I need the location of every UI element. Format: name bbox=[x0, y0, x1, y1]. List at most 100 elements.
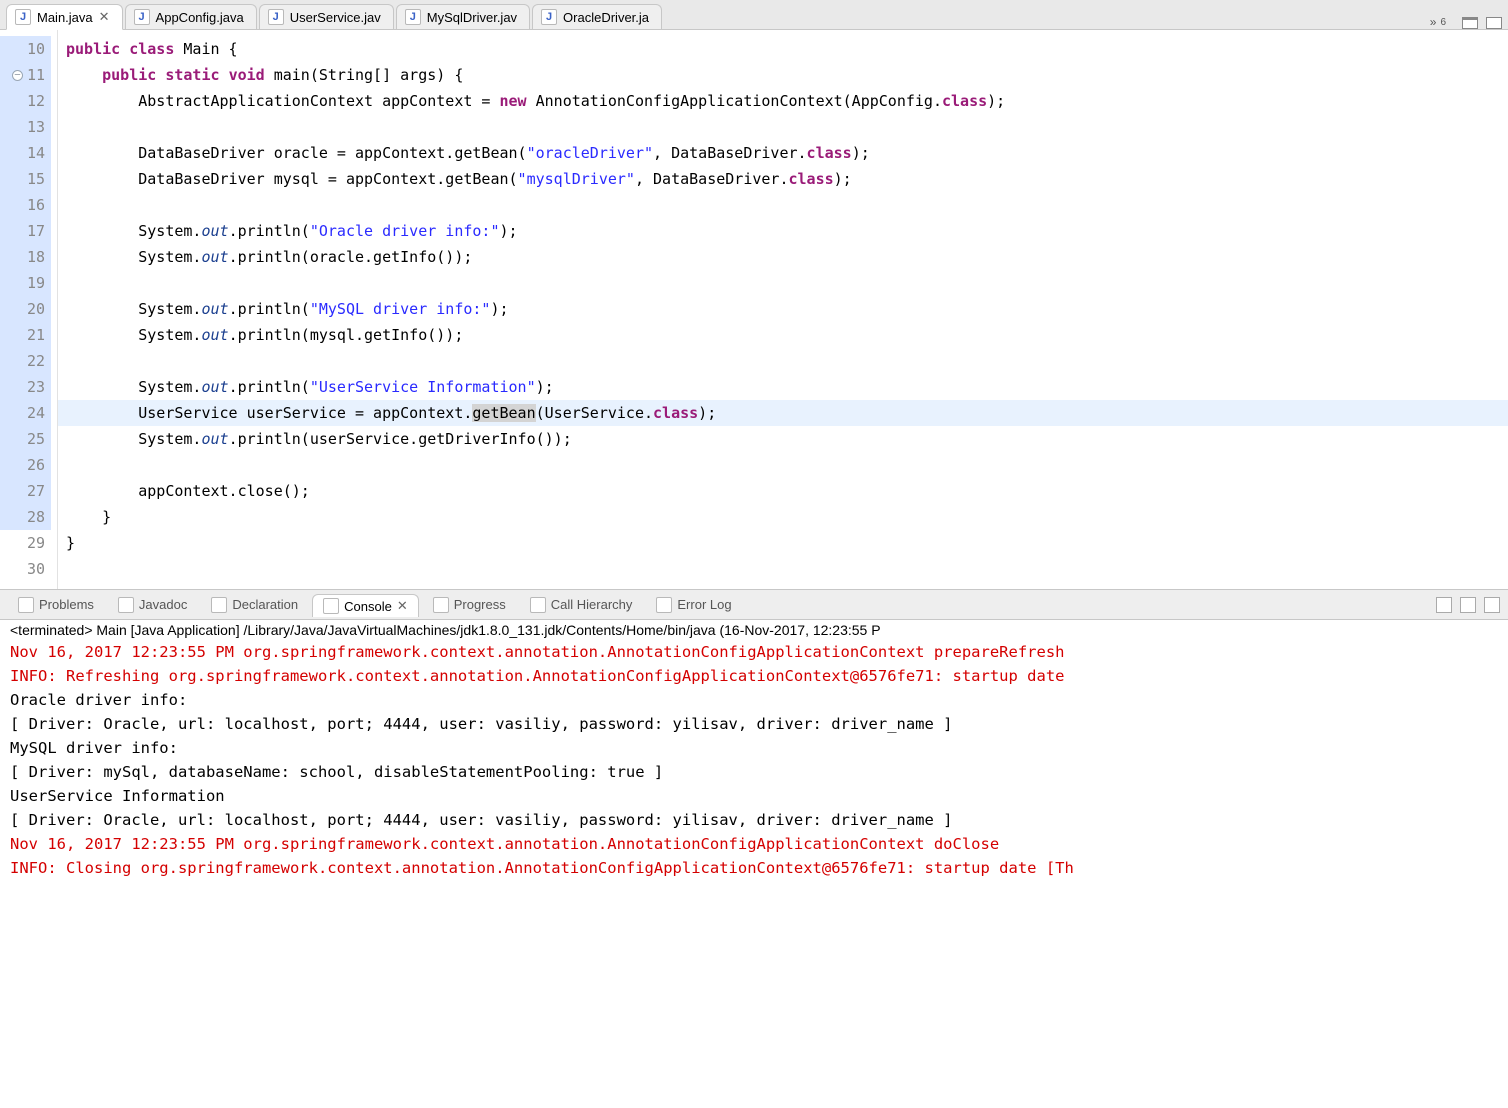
code-line[interactable]: } bbox=[58, 530, 1508, 556]
code-line[interactable] bbox=[58, 192, 1508, 218]
code-line[interactable]: public static void main(String[] args) { bbox=[58, 62, 1508, 88]
line-number[interactable]: 19 bbox=[0, 270, 51, 296]
line-number[interactable]: 17 bbox=[0, 218, 51, 244]
console-line: UserService Information bbox=[10, 784, 1498, 808]
close-view-icon[interactable] bbox=[1484, 597, 1500, 613]
console-line: Oracle driver info: bbox=[10, 688, 1498, 712]
view-tab-label: Declaration bbox=[232, 597, 298, 612]
line-number[interactable]: 25 bbox=[0, 426, 51, 452]
editor-tab-oracledriver-ja[interactable]: JOracleDriver.ja bbox=[532, 4, 662, 29]
line-number[interactable]: –11 bbox=[0, 62, 51, 88]
code-line[interactable]: public class Main { bbox=[58, 36, 1508, 62]
console-line: Nov 16, 2017 12:23:55 PM org.springframe… bbox=[10, 640, 1498, 664]
code-line[interactable] bbox=[58, 270, 1508, 296]
console-run-header: <terminated> Main [Java Application] /Li… bbox=[0, 620, 1508, 640]
line-number[interactable]: 23 bbox=[0, 374, 51, 400]
view-tab-call-hierarchy[interactable]: Call Hierarchy bbox=[520, 594, 643, 616]
console-line: INFO: Refreshing org.springframework.con… bbox=[10, 664, 1498, 688]
line-number-value: 13 bbox=[27, 114, 45, 140]
line-number[interactable]: 27 bbox=[0, 478, 51, 504]
tab-label: UserService.jav bbox=[290, 10, 381, 25]
line-number[interactable]: 26 bbox=[0, 452, 51, 478]
code-line[interactable]: System.out.println("Oracle driver info:"… bbox=[58, 218, 1508, 244]
code-line[interactable]: DataBaseDriver oracle = appContext.getBe… bbox=[58, 140, 1508, 166]
editor-tab-appconfig-java[interactable]: J AppConfig.java bbox=[125, 4, 257, 29]
line-number-gutter: 10–1112131415161718192021222324252627282… bbox=[0, 30, 58, 589]
line-number-value: 26 bbox=[27, 452, 45, 478]
view-tab-error-log[interactable]: Error Log bbox=[646, 594, 741, 616]
line-number-value: 10 bbox=[27, 36, 45, 62]
code-line[interactable]: appContext.close(); bbox=[58, 478, 1508, 504]
view-tab-console[interactable]: Console ✕ bbox=[312, 594, 419, 617]
close-icon[interactable]: ✕ bbox=[397, 598, 408, 614]
code-line[interactable]: } bbox=[58, 504, 1508, 530]
line-number-value: 20 bbox=[27, 296, 45, 322]
line-number-value: 17 bbox=[27, 218, 45, 244]
view-tab-declaration[interactable]: Declaration bbox=[201, 594, 308, 616]
progress-icon bbox=[433, 597, 449, 613]
line-number[interactable]: 28 bbox=[0, 504, 51, 530]
pin-icon[interactable] bbox=[1436, 597, 1452, 613]
code-line[interactable] bbox=[58, 114, 1508, 140]
line-number[interactable]: 15 bbox=[0, 166, 51, 192]
console-line: INFO: Closing org.springframework.contex… bbox=[10, 856, 1498, 880]
line-number[interactable]: 13 bbox=[0, 114, 51, 140]
javadoc-icon bbox=[118, 597, 134, 613]
line-number-value: 12 bbox=[27, 88, 45, 114]
tab-overflow-indicator[interactable]: »6 bbox=[1430, 15, 1454, 29]
display-view-icon[interactable] bbox=[1460, 597, 1476, 613]
line-number[interactable]: 14 bbox=[0, 140, 51, 166]
console-output[interactable]: Nov 16, 2017 12:23:55 PM org.springframe… bbox=[0, 640, 1508, 1108]
code-line[interactable]: System.out.println(userService.getDriver… bbox=[58, 426, 1508, 452]
editor-tab-mysqldriver-jav[interactable]: JMySqlDriver.jav bbox=[396, 4, 530, 29]
minimize-icon[interactable] bbox=[1462, 17, 1478, 29]
line-number[interactable]: 22 bbox=[0, 348, 51, 374]
code-line[interactable]: UserService userService = appContext.get… bbox=[58, 400, 1508, 426]
java-file-icon: J bbox=[15, 9, 31, 25]
view-tab-javadoc[interactable]: Javadoc bbox=[108, 594, 197, 616]
bottom-view-tab-bar: ProblemsJavadocDeclarationConsole ✕Progr… bbox=[0, 590, 1508, 620]
code-line[interactable]: System.out.println(mysql.getInfo()); bbox=[58, 322, 1508, 348]
code-line[interactable]: DataBaseDriver mysql = appContext.getBea… bbox=[58, 166, 1508, 192]
maximize-icon[interactable] bbox=[1486, 17, 1502, 29]
line-number[interactable]: 29 bbox=[0, 530, 51, 556]
line-number-value: 16 bbox=[27, 192, 45, 218]
line-number[interactable]: 10 bbox=[0, 36, 51, 62]
code-line[interactable]: AbstractApplicationContext appContext = … bbox=[58, 88, 1508, 114]
line-number[interactable]: 30 bbox=[0, 556, 51, 582]
line-number[interactable]: 20 bbox=[0, 296, 51, 322]
editor-tab-main-java[interactable]: JMain.java✕ bbox=[6, 4, 123, 30]
java-file-icon: J bbox=[134, 9, 150, 25]
close-icon[interactable]: ✕ bbox=[99, 9, 110, 25]
java-file-icon: J bbox=[541, 9, 557, 25]
line-number-value: 15 bbox=[27, 166, 45, 192]
view-tab-label: Error Log bbox=[677, 597, 731, 612]
code-line[interactable]: System.out.println(oracle.getInfo()); bbox=[58, 244, 1508, 270]
line-number-value: 28 bbox=[27, 504, 45, 530]
line-number-value: 23 bbox=[27, 374, 45, 400]
fold-toggle-icon[interactable]: – bbox=[12, 70, 23, 81]
line-number[interactable]: 21 bbox=[0, 322, 51, 348]
line-number[interactable]: 16 bbox=[0, 192, 51, 218]
error-log-icon bbox=[656, 597, 672, 613]
line-number[interactable]: 12 bbox=[0, 88, 51, 114]
code-line[interactable] bbox=[58, 556, 1508, 582]
line-number-value: 29 bbox=[27, 530, 45, 556]
tab-label: MySqlDriver.jav bbox=[427, 10, 517, 25]
code-line[interactable] bbox=[58, 348, 1508, 374]
code-line[interactable] bbox=[58, 452, 1508, 478]
editor-tab-userservice-jav[interactable]: JUserService.jav bbox=[259, 4, 394, 29]
view-tab-label: Console bbox=[344, 599, 392, 614]
view-tab-progress[interactable]: Progress bbox=[423, 594, 516, 616]
code-line[interactable]: System.out.println("UserService Informat… bbox=[58, 374, 1508, 400]
tab-label: AppConfig.java bbox=[156, 10, 244, 25]
view-tab-problems[interactable]: Problems bbox=[8, 594, 104, 616]
code-line[interactable]: System.out.println("MySQL driver info:")… bbox=[58, 296, 1508, 322]
code-area[interactable]: public class Main { public static void m… bbox=[58, 30, 1508, 589]
editor-pane: 10–1112131415161718192021222324252627282… bbox=[0, 30, 1508, 590]
line-number[interactable]: 18 bbox=[0, 244, 51, 270]
line-number-value: 21 bbox=[27, 322, 45, 348]
line-number[interactable]: 24 bbox=[0, 400, 51, 426]
ide-window: JMain.java✕JAppConfig.javaJUserService.j… bbox=[0, 0, 1508, 1108]
console-line: MySQL driver info: bbox=[10, 736, 1498, 760]
